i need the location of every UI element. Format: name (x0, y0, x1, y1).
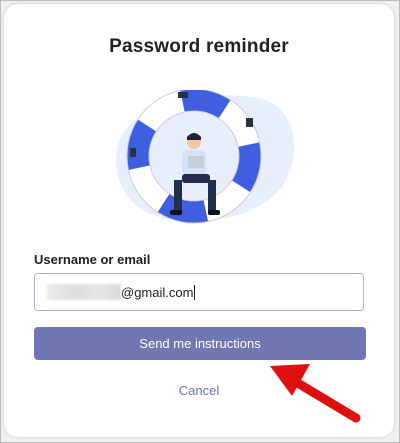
redacted-text (47, 284, 121, 300)
lifebuoy-illustration (116, 90, 295, 224)
email-value: @gmail.com (121, 284, 194, 300)
text-caret (194, 284, 196, 300)
red-arrow-icon (270, 364, 361, 423)
email-input[interactable]: @gmail.com (34, 273, 364, 311)
username-email-label: Username or email (34, 252, 151, 267)
dialog-title: Password reminder (109, 36, 289, 57)
